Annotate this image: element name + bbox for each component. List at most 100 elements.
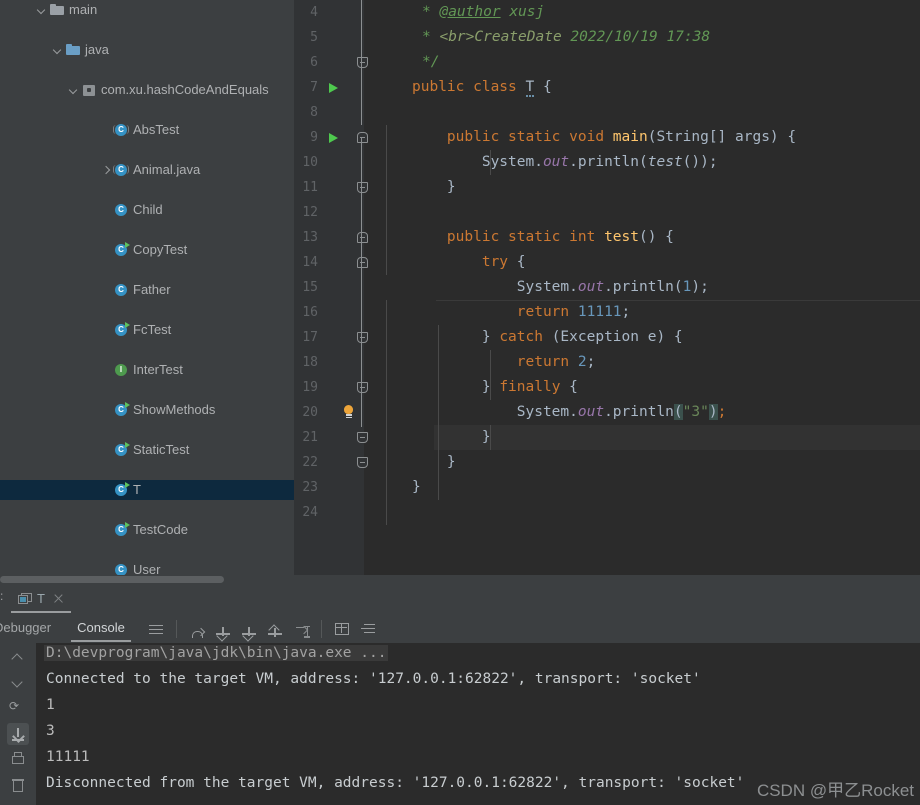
bulb-base xyxy=(346,414,352,416)
run-subtab-bar: Debugger Console xyxy=(0,614,920,643)
tree-item-statictest[interactable]: C StaticTest xyxy=(0,440,294,460)
class-glyph: C xyxy=(115,482,130,496)
tree-item-fctest[interactable]: C FcTest xyxy=(0,320,294,340)
chevron-right-icon[interactable] xyxy=(100,165,111,176)
interface-icon: I xyxy=(113,362,129,378)
tree-item-animal-java[interactable]: C Animal.java xyxy=(0,160,294,180)
tree-item-t[interactable]: CT xyxy=(0,480,294,500)
tree-item-com-xu-hashcodeandequals[interactable]: com.xu.hashCodeAndEquals xyxy=(0,80,294,100)
tree-item-label: com.xu.hashCodeAndEquals xyxy=(101,82,269,97)
scroll-up-icon[interactable] xyxy=(7,645,29,667)
tab-debugger[interactable]: Debugger xyxy=(0,615,57,642)
idea-window: main java com.xu.hashCodeAndEquals C AbsTest… xyxy=(0,0,920,805)
print-icon[interactable] xyxy=(7,749,29,771)
line-number-23: 23 xyxy=(302,480,318,495)
tree-item-label: java xyxy=(85,42,109,57)
arrow-spacer xyxy=(100,285,111,296)
hamburger-menu-icon[interactable] xyxy=(145,618,167,640)
run-tab-bar: : T xyxy=(0,584,920,614)
soft-wrap-icon[interactable] xyxy=(357,618,379,640)
force-step-into-icon[interactable] xyxy=(238,618,260,640)
scroll-to-end-icon[interactable] xyxy=(7,723,29,745)
step-over-icon[interactable] xyxy=(186,618,208,640)
close-icon[interactable] xyxy=(53,593,64,604)
rerun-icon[interactable]: ⟳ xyxy=(7,697,29,719)
console-output[interactable]: D:\devprogram\java\jdk\bin\java.exe ... … xyxy=(36,643,920,805)
line-number-17: 17 xyxy=(302,330,318,345)
code-line-20: System.out.println("3"); xyxy=(412,404,727,420)
line-number-9: 9 xyxy=(310,130,318,145)
folder-blue-icon xyxy=(65,42,81,58)
code-line-9: public static void main(String[] args) { xyxy=(446,129,797,145)
code-line-11: } xyxy=(412,179,456,195)
tree-item-showmethods[interactable]: C ShowMethods xyxy=(0,400,294,420)
evaluate-grid-icon[interactable] xyxy=(331,618,353,640)
console-line-connected: Connected to the target VM, address: '12… xyxy=(46,671,701,687)
scroll-down-icon[interactable] xyxy=(7,671,29,693)
class-glyph: C xyxy=(115,402,130,416)
class-glyph: C xyxy=(115,284,127,296)
tree-item-testcode[interactable]: C TestCode xyxy=(0,520,294,540)
tree-item-copytest[interactable]: C CopyTest xyxy=(0,240,294,260)
run-to-cursor-icon[interactable] xyxy=(290,618,312,640)
tree-item-father[interactable]: C Father xyxy=(0,280,294,300)
tree-horizontal-scrollbar[interactable] xyxy=(0,575,294,584)
fold-region-line xyxy=(361,262,362,427)
current-line-highlight xyxy=(434,425,920,450)
br-createdate-tag: <br>CreateDate xyxy=(439,29,562,45)
method-test: test xyxy=(604,229,639,245)
run-gutter-icon[interactable] xyxy=(328,125,340,150)
line-number-6: 6 xyxy=(310,55,318,70)
project-tree[interactable]: main java com.xu.hashCodeAndEquals C AbsTest… xyxy=(0,0,294,584)
code-line-10: System.out.println(test()); xyxy=(412,154,718,170)
code-line-13: public static int test() { xyxy=(446,229,674,245)
bulb-base xyxy=(346,416,352,418)
create-date-value: 2022/10/19 17:38 xyxy=(570,29,711,45)
author-name: xusj xyxy=(509,4,545,20)
editor-bottom-gap xyxy=(294,575,920,584)
run-gutter-icon[interactable] xyxy=(328,75,340,100)
fold-region-line xyxy=(361,137,362,265)
code-line-15: System.out.println(1); xyxy=(412,279,709,295)
folder-icon xyxy=(49,2,65,18)
tree-item-intertest[interactable]: I InterTest xyxy=(0,360,294,380)
run-window-colon: : xyxy=(0,589,4,603)
code-content[interactable]: * @author xusj * <br>CreateDate 2022/10/… xyxy=(364,0,920,575)
class-name-T: T xyxy=(525,79,535,97)
chevron-down-icon[interactable] xyxy=(68,85,79,96)
pkg-icon xyxy=(81,82,97,98)
line-number-10: 10 xyxy=(302,155,318,170)
console-line-out-11111: 11111 xyxy=(46,749,90,765)
literal-2: 2 xyxy=(577,354,587,370)
run-tab-T[interactable]: T xyxy=(11,586,71,613)
step-out-icon[interactable] xyxy=(264,618,286,640)
intention-bulb-icon[interactable] xyxy=(342,400,356,425)
tab-console[interactable]: Console xyxy=(71,615,131,642)
tree-item-label: Child xyxy=(133,202,163,217)
literal-string-3: "3" xyxy=(682,404,709,420)
class-glyph: C xyxy=(115,204,127,216)
class-runnable-icon: C xyxy=(113,482,130,498)
clear-all-icon[interactable] xyxy=(7,775,29,797)
editor-gutter[interactable]: 4 5 6 7 8 9 10 11 12 13 14 15 16 17 18 19 20 21 22 23 24 xyxy=(294,0,368,575)
scrollbar-thumb[interactable] xyxy=(0,576,224,583)
arrow-spacer xyxy=(100,485,111,496)
class-glyph: C xyxy=(115,522,130,536)
tree-item-main[interactable]: main xyxy=(0,0,294,20)
console-line-out-3: 3 xyxy=(46,723,55,739)
chevron-down-icon[interactable] xyxy=(36,5,47,16)
tree-item-abstest[interactable]: C AbsTest xyxy=(0,120,294,140)
code-editor[interactable]: 4 5 6 7 8 9 10 11 12 13 14 15 16 17 18 19 20 21 22 23 24 * @… xyxy=(294,0,920,575)
code-line-14: try { xyxy=(481,254,526,270)
console-line-out-1: 1 xyxy=(46,697,55,713)
line-number-5: 5 xyxy=(310,30,318,45)
tree-item-child[interactable]: C Child xyxy=(0,200,294,220)
tree-item-label: main xyxy=(69,2,98,17)
console-line-command: D:\devprogram\java\jdk\bin\java.exe ... xyxy=(44,645,389,661)
tree-item-java[interactable]: java xyxy=(0,40,294,60)
fold-region-line xyxy=(361,0,362,62)
class-runnable-icon: C xyxy=(113,522,130,538)
chevron-down-icon[interactable] xyxy=(52,45,63,56)
step-into-icon[interactable] xyxy=(212,618,234,640)
author-tag[interactable]: @author xyxy=(439,4,500,20)
